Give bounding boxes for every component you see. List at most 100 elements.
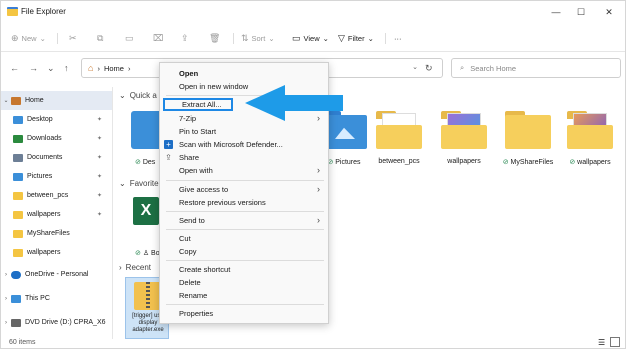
sidebar-item-this-pc[interactable]: › This PC xyxy=(1,289,112,308)
home-icon: ⌂ xyxy=(88,63,94,73)
menu-item-restore-versions[interactable]: Restore previous versions xyxy=(160,196,328,209)
menu-item-extract-all[interactable]: Extract All... xyxy=(163,98,233,111)
chevron-down-icon: ⌄ xyxy=(367,33,374,43)
copy-button[interactable]: ⧉ xyxy=(97,31,103,45)
forward-button[interactable]: → xyxy=(29,63,38,73)
sort-button[interactable]: ⇅ Sort ⌄ xyxy=(241,31,275,45)
menu-item-label: Open with xyxy=(179,166,213,175)
minimize-button[interactable]: — xyxy=(546,5,566,19)
share-button[interactable]: ⇪ xyxy=(181,31,189,45)
expand-icon[interactable]: › xyxy=(1,272,11,278)
details-view-button[interactable]: ☰ xyxy=(598,338,608,348)
folder-icon xyxy=(13,210,23,219)
quick-access-item-wallpapers[interactable]: wallpapers xyxy=(435,111,493,181)
rename-button[interactable]: ⌧ xyxy=(153,31,163,45)
sidebar-item-wallpapers[interactable]: wallpapers ✦ xyxy=(1,205,112,224)
recent-locations-button[interactable]: ⌄ xyxy=(47,63,55,74)
sidebar-item-downloads[interactable]: Downloads ✦ xyxy=(1,129,112,148)
synced-icon: ⊘ xyxy=(135,250,143,257)
file-explorer-icon xyxy=(7,7,18,16)
disc-icon xyxy=(11,318,21,327)
sidebar-item-desktop[interactable]: Desktop ✦ xyxy=(1,110,112,129)
recent-header[interactable]: › Recent xyxy=(119,263,151,272)
sidebar-item-documents[interactable]: Documents ✦ xyxy=(1,148,112,167)
item-label: ⊘ wallpapers xyxy=(561,158,619,166)
trash-icon: 🗑 xyxy=(209,32,221,43)
quick-access-item-between-pcs[interactable]: between_pcs xyxy=(370,111,428,181)
menu-item-cut[interactable]: Cut xyxy=(160,232,328,245)
menu-separator xyxy=(166,304,324,305)
divider xyxy=(57,33,58,44)
sidebar-item-label: Documents xyxy=(27,154,63,161)
up-button[interactable]: ↑ xyxy=(64,63,69,73)
sidebar-item-label: between_pcs xyxy=(27,192,69,199)
maximize-button[interactable]: ☐ xyxy=(571,5,591,19)
sidebar-item-onedrive[interactable]: › OneDrive - Personal xyxy=(1,265,112,284)
more-button[interactable]: ··· xyxy=(394,31,402,45)
menu-item-scan-defender[interactable]: + Scan with Microsoft Defender... xyxy=(160,138,328,151)
menu-item-properties[interactable]: Properties xyxy=(160,307,328,320)
sidebar-item-between-pcs[interactable]: between_pcs ✦ xyxy=(1,186,112,205)
quick-access-header[interactable]: ⌄ Quick a xyxy=(119,91,157,100)
folder-body xyxy=(376,125,422,149)
quick-access-item-mysharefiles[interactable]: ⊘ MyShareFiles xyxy=(499,111,557,181)
expand-icon[interactable]: › xyxy=(1,296,11,302)
menu-item-pin-to-start[interactable]: Pin to Start xyxy=(160,125,328,138)
chevron-down-icon: ⌄ xyxy=(119,91,126,100)
annotation-arrow-icon xyxy=(245,85,343,121)
menu-item-label: Give access to xyxy=(179,185,229,194)
synced-icon: ⊘ xyxy=(502,159,511,166)
menu-item-rename[interactable]: Rename xyxy=(160,289,328,302)
breadcrumb-home[interactable]: Home xyxy=(104,64,124,73)
sidebar-item-home[interactable]: ⌄ Home xyxy=(1,91,112,110)
sidebar-item-wallpapers-2[interactable]: wallpapers xyxy=(1,243,112,262)
filter-button[interactable]: ▽ Filter ⌄ xyxy=(338,31,374,45)
folder-icon xyxy=(13,191,23,200)
excel-icon: X xyxy=(133,197,159,225)
sidebar-item-mysharefiles[interactable]: MyShareFiles xyxy=(1,224,112,243)
rename-icon: ⌧ xyxy=(153,32,164,43)
chevron-down-icon: ⌄ xyxy=(268,33,275,43)
folder-body xyxy=(567,125,613,149)
synced-icon: ⊘ xyxy=(569,159,578,166)
pin-icon: ✦ xyxy=(96,155,102,161)
menu-item-create-shortcut[interactable]: Create shortcut xyxy=(160,263,328,276)
paste-button[interactable]: ▭ xyxy=(125,31,134,45)
sidebar-item-label: DVD Drive (D:) CPRA_X6 xyxy=(25,319,106,326)
favorites-header[interactable]: ⌄ Favorite xyxy=(119,179,159,188)
chevron-down-icon[interactable]: ⌄ xyxy=(412,63,418,71)
chevron-right-icon: › xyxy=(127,63,131,73)
chevron-right-icon: › xyxy=(97,63,100,73)
new-button[interactable]: ⊕ New ⌄ xyxy=(11,31,46,45)
zip-folder-icon xyxy=(134,282,162,310)
expand-icon[interactable]: ⌄ xyxy=(1,97,11,104)
clipboard-icon: ▭ xyxy=(125,32,134,43)
close-button[interactable]: ✕ xyxy=(599,5,619,19)
search-input[interactable]: ⌕ Search Home xyxy=(451,58,621,78)
delete-button[interactable]: 🗑 xyxy=(209,31,220,45)
menu-item-label: Share xyxy=(179,153,200,162)
sidebar-item-pictures[interactable]: Pictures ✦ xyxy=(1,167,112,186)
menu-item-delete[interactable]: Delete xyxy=(160,276,328,289)
folder-icon xyxy=(505,111,551,149)
sidebar-item-label: Pictures xyxy=(27,173,53,180)
item-label: between_pcs xyxy=(378,158,420,165)
expand-icon[interactable]: › xyxy=(1,320,11,326)
chevron-right-icon: › xyxy=(317,215,320,225)
menu-item-give-access[interactable]: Give access to › xyxy=(160,183,328,196)
menu-item-open[interactable]: Open xyxy=(160,67,328,80)
view-button[interactable]: ▭ View ⌄ xyxy=(292,31,329,45)
refresh-button[interactable]: ↻ xyxy=(425,63,433,74)
menu-item-send-to[interactable]: Send to › xyxy=(160,214,328,227)
quick-access-item-wallpapers-2[interactable]: ⊘ wallpapers xyxy=(561,111,619,181)
menu-item-copy[interactable]: Copy xyxy=(160,245,328,258)
cut-button[interactable]: ✂ xyxy=(69,31,77,45)
item-label-text: Pictures xyxy=(335,159,361,166)
menu-item-open-with[interactable]: Open with › xyxy=(160,164,328,177)
menu-item-share[interactable]: ⇪ Share xyxy=(160,151,328,164)
folder-icon xyxy=(567,111,613,149)
divider xyxy=(385,33,386,44)
tiles-view-button[interactable] xyxy=(610,337,620,347)
sidebar-item-dvd-drive[interactable]: › DVD Drive (D:) CPRA_X6 xyxy=(1,313,112,332)
back-button[interactable]: ← xyxy=(10,63,19,73)
